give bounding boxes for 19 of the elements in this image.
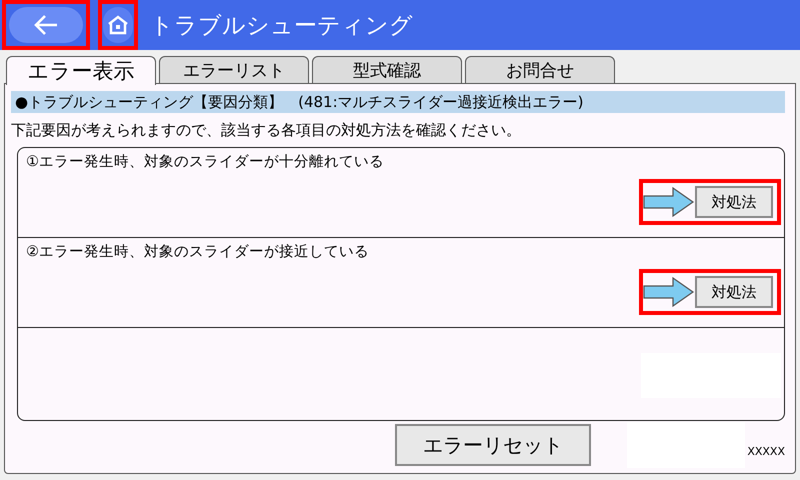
section-title: ●トラブルシューティング【要因分類】 (481:マルチスライダー過接近検出エラー) <box>11 91 785 113</box>
remedy-button[interactable]: 対処法 <box>695 276 773 308</box>
instruction-text: 下記要因が考えられますので、該当する各項目の対処方法を確認ください。 <box>11 120 522 140</box>
tab[interactable]: エラーリスト <box>159 56 309 84</box>
window-title: トラブルシューティング <box>150 12 413 40</box>
home-icon <box>107 15 129 35</box>
error-reset-button[interactable]: エラーリセット <box>395 424 591 466</box>
right-arrow-icon <box>643 186 695 218</box>
tab[interactable]: 型式確認 <box>312 56 462 84</box>
remedy-button[interactable]: 対処法 <box>695 186 773 218</box>
back-button[interactable] <box>9 7 83 43</box>
cause-text: ①エラー発生時、対象のスライダーが十分離れている <box>26 152 385 171</box>
home-button[interactable] <box>103 7 133 43</box>
back-arrow-icon <box>33 13 59 37</box>
code-label: XXXXX <box>747 444 785 458</box>
tab[interactable]: エラー表示 <box>6 56 156 85</box>
right-arrow-icon <box>643 276 695 308</box>
cause-text: ②エラー発生時、対象のスライダーが接近している <box>26 242 370 261</box>
tab[interactable]: お問合せ <box>465 56 615 84</box>
